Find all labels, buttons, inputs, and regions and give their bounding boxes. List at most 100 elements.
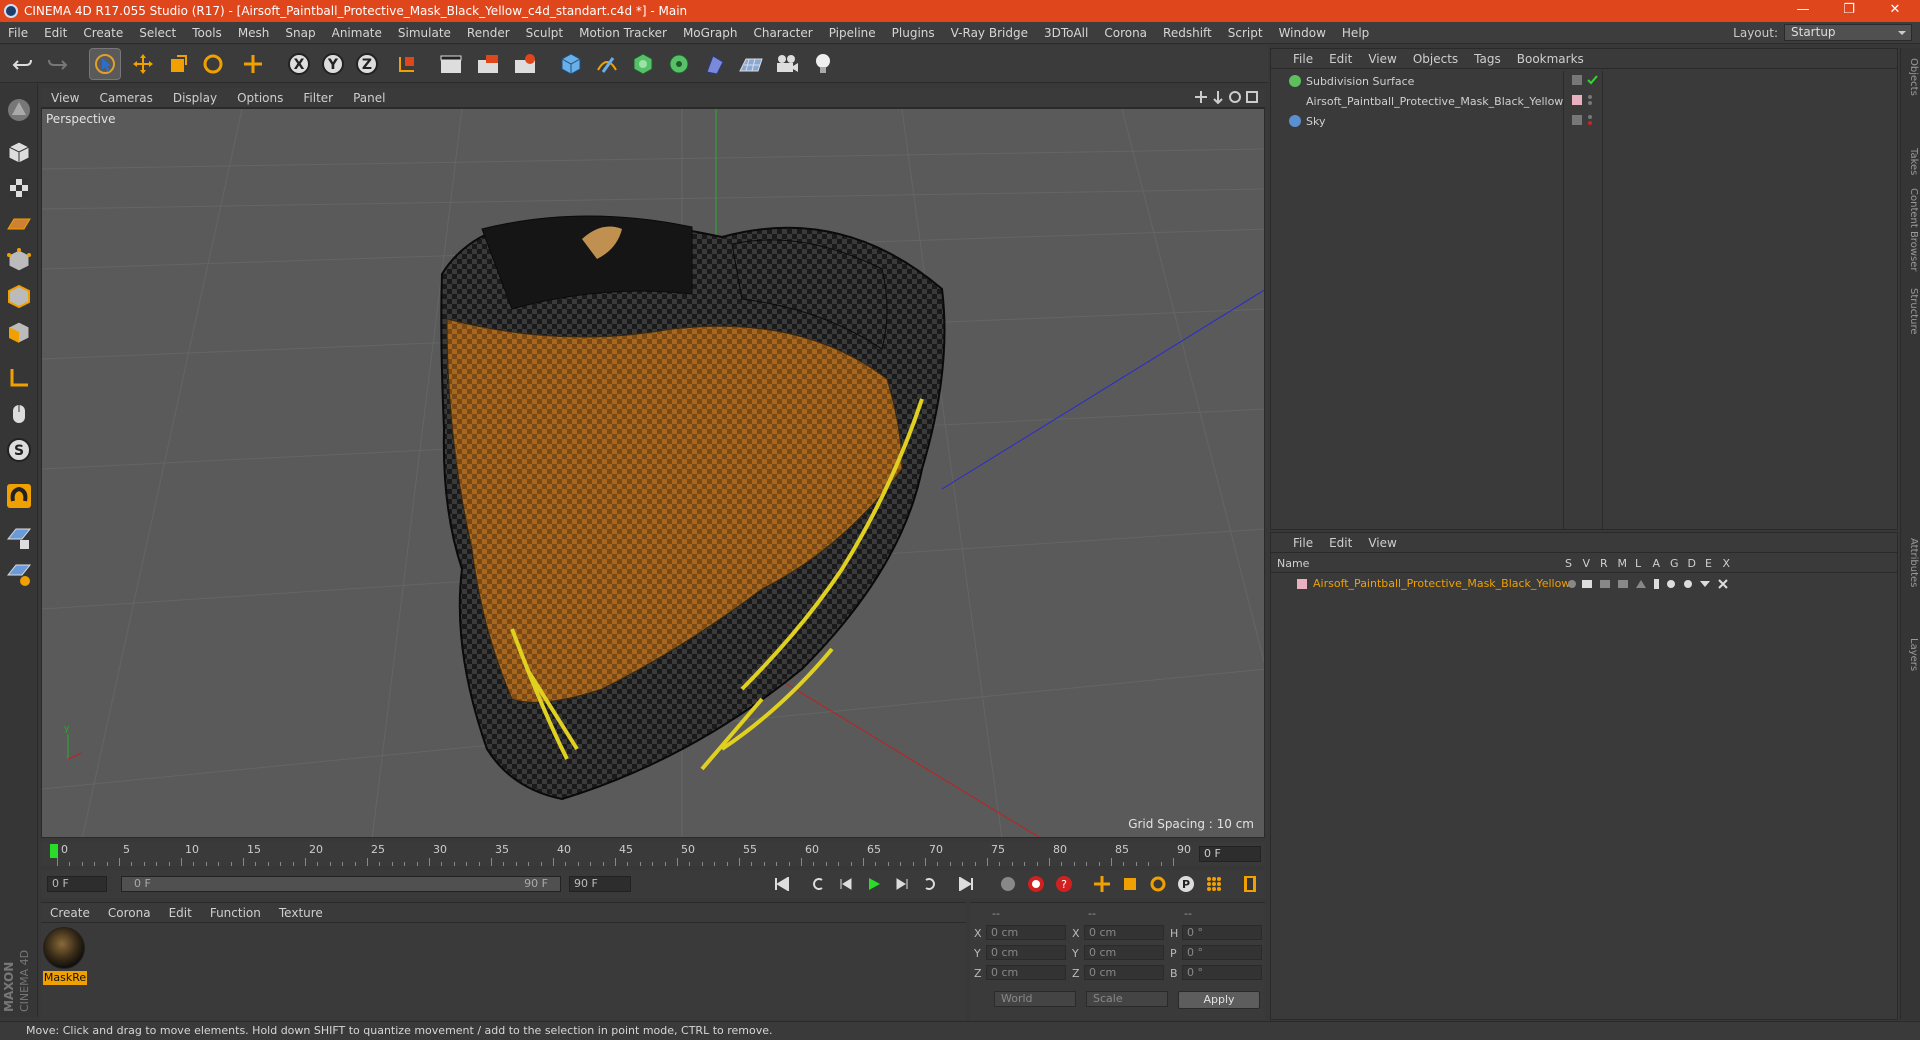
layer-row[interactable]: Airsoft_Paintball_Protective_Mask_Black_… (1271, 575, 1897, 592)
material-swatch[interactable]: MaskRe (43, 927, 87, 985)
menu-create[interactable]: Create (75, 26, 131, 40)
layer-menu-file[interactable]: File (1285, 536, 1321, 550)
menu-v-ray-bridge[interactable]: V-Ray Bridge (943, 26, 1036, 40)
menu-redshift[interactable]: Redshift (1155, 26, 1220, 40)
object-menu-tags[interactable]: Tags (1466, 52, 1509, 66)
undo-button[interactable] (8, 49, 38, 79)
go-to-start-button[interactable] (771, 873, 793, 895)
layer-name[interactable]: Airsoft_Paintball_Protective_Mask_Black_… (1313, 577, 1570, 590)
size-mode-dropdown[interactable]: Scale (1086, 991, 1168, 1007)
menu-animate[interactable]: Animate (324, 26, 390, 40)
grid-snap-button[interactable] (3, 558, 35, 590)
material-menu-function[interactable]: Function (201, 906, 270, 920)
rotation-key-button[interactable] (1147, 873, 1169, 895)
maximize-view-icon[interactable] (1245, 90, 1259, 104)
render-region-button[interactable] (473, 49, 503, 79)
menu-3dtoall[interactable]: 3DToAll (1036, 26, 1096, 40)
object-name[interactable]: Subdivision Surface (1306, 75, 1414, 88)
menu-plugins[interactable]: Plugins (884, 26, 943, 40)
right-tab-content-browser[interactable]: Content Browser (1903, 188, 1919, 271)
menu-pipeline[interactable]: Pipeline (821, 26, 884, 40)
previous-frame-button[interactable] (835, 873, 857, 895)
redo-button[interactable] (42, 49, 72, 79)
previous-keyframe-button[interactable] (807, 873, 829, 895)
menu-sculpt[interactable]: Sculpt (518, 26, 571, 40)
scale-tool-button[interactable] (163, 49, 193, 79)
right-tab-attributes[interactable]: Attributes (1903, 538, 1919, 587)
timeline-window-button[interactable] (1239, 873, 1261, 895)
go-to-end-button[interactable] (955, 873, 977, 895)
menu-tools[interactable]: Tools (184, 26, 230, 40)
menu-motion-tracker[interactable]: Motion Tracker (571, 26, 675, 40)
subdivision-surface-button[interactable] (628, 49, 658, 79)
scale-key-button[interactable] (1119, 873, 1141, 895)
object-menu-edit[interactable]: Edit (1321, 52, 1360, 66)
object-menu-bookmarks[interactable]: Bookmarks (1509, 52, 1592, 66)
next-keyframe-button[interactable] (919, 873, 941, 895)
lock-workplane-button[interactable] (3, 522, 35, 554)
coord-value-field[interactable]: 0 cm (986, 945, 1066, 960)
menu-script[interactable]: Script (1220, 26, 1271, 40)
cloner-button[interactable] (664, 49, 694, 79)
object-menu-objects[interactable]: Objects (1405, 52, 1466, 66)
object-row[interactable]: Airsoft_Paintball_Protective_Mask_Black_… (1271, 91, 1563, 111)
right-tab-takes[interactable]: Takes (1903, 148, 1919, 175)
menu-render[interactable]: Render (459, 26, 518, 40)
minimize-button[interactable]: — (1780, 0, 1826, 22)
layout-dropdown[interactable]: Startup (1784, 24, 1912, 41)
record-keys-button[interactable] (997, 873, 1019, 895)
start-frame-field[interactable]: 0 F (47, 876, 107, 892)
point-level-key-button[interactable] (1203, 873, 1225, 895)
coordinate-mode-dropdown[interactable]: World (994, 991, 1076, 1007)
coord-value-field[interactable]: 0 cm (1084, 925, 1164, 940)
layer-menu-edit[interactable]: Edit (1321, 536, 1360, 550)
transform-tool-button[interactable] (238, 49, 268, 79)
right-tab-structure[interactable]: Structure (1903, 288, 1919, 335)
viewport-menu-filter[interactable]: Filter (293, 91, 343, 105)
x-axis-lock-button[interactable]: X (284, 49, 314, 79)
viewport-menu-view[interactable]: View (41, 91, 89, 105)
make-editable-button[interactable] (3, 94, 35, 126)
keyframe-selection-button[interactable]: ? (1053, 873, 1075, 895)
object-row[interactable]: Subdivision Surface (1271, 71, 1563, 91)
coord-value-field[interactable]: 0 ° (1182, 945, 1262, 960)
spline-pen-button[interactable] (592, 49, 622, 79)
menu-simulate[interactable]: Simulate (390, 26, 459, 40)
menu-window[interactable]: Window (1271, 26, 1334, 40)
texture-mode-button[interactable] (3, 172, 35, 204)
y-axis-lock-button[interactable]: Y (318, 49, 348, 79)
tweak-mode-button[interactable] (3, 398, 35, 430)
playhead-marker[interactable] (50, 844, 58, 858)
orbit-view-icon[interactable] (1228, 90, 1242, 104)
viewport-menu-display[interactable]: Display (163, 91, 227, 105)
render-settings-button[interactable] (510, 49, 540, 79)
menu-character[interactable]: Character (745, 26, 820, 40)
timeline-ruler[interactable]: 0 5 10 15 20 25 30 35 40 45 50 55 60 65 70 75 80 85 90 0 F (41, 842, 1265, 866)
coord-value-field[interactable]: 0 ° (1182, 925, 1262, 940)
rotate-tool-button[interactable] (198, 49, 228, 79)
object-row[interactable]: Sky (1271, 111, 1563, 131)
layer-flag-icons[interactable] (1567, 577, 1737, 591)
polygons-mode-button[interactable] (3, 316, 35, 348)
object-name[interactable]: Sky (1306, 115, 1325, 128)
menu-file[interactable]: File (0, 26, 36, 40)
enable-axis-button[interactable] (3, 362, 35, 394)
coord-value-field[interactable]: 0 cm (986, 965, 1066, 980)
render-view-button[interactable] (436, 49, 466, 79)
menu-mograph[interactable]: MoGraph (675, 26, 746, 40)
parameter-key-button[interactable]: P (1175, 873, 1197, 895)
floor-button[interactable] (736, 49, 766, 79)
menu-edit[interactable]: Edit (36, 26, 75, 40)
zoom-view-icon[interactable] (1211, 90, 1225, 104)
coord-value-field[interactable]: 0 cm (1084, 965, 1164, 980)
viewport-menu-panel[interactable]: Panel (343, 91, 395, 105)
next-frame-button[interactable] (891, 873, 913, 895)
material-menu-create[interactable]: Create (41, 906, 99, 920)
viewport-menu-options[interactable]: Options (227, 91, 293, 105)
menu-mesh[interactable]: Mesh (230, 26, 278, 40)
menu-corona[interactable]: Corona (1096, 26, 1155, 40)
z-axis-lock-button[interactable]: Z (352, 49, 382, 79)
layer-menu-view[interactable]: View (1360, 536, 1404, 550)
camera-button[interactable] (772, 49, 802, 79)
end-frame-field[interactable]: 90 F (569, 876, 631, 892)
